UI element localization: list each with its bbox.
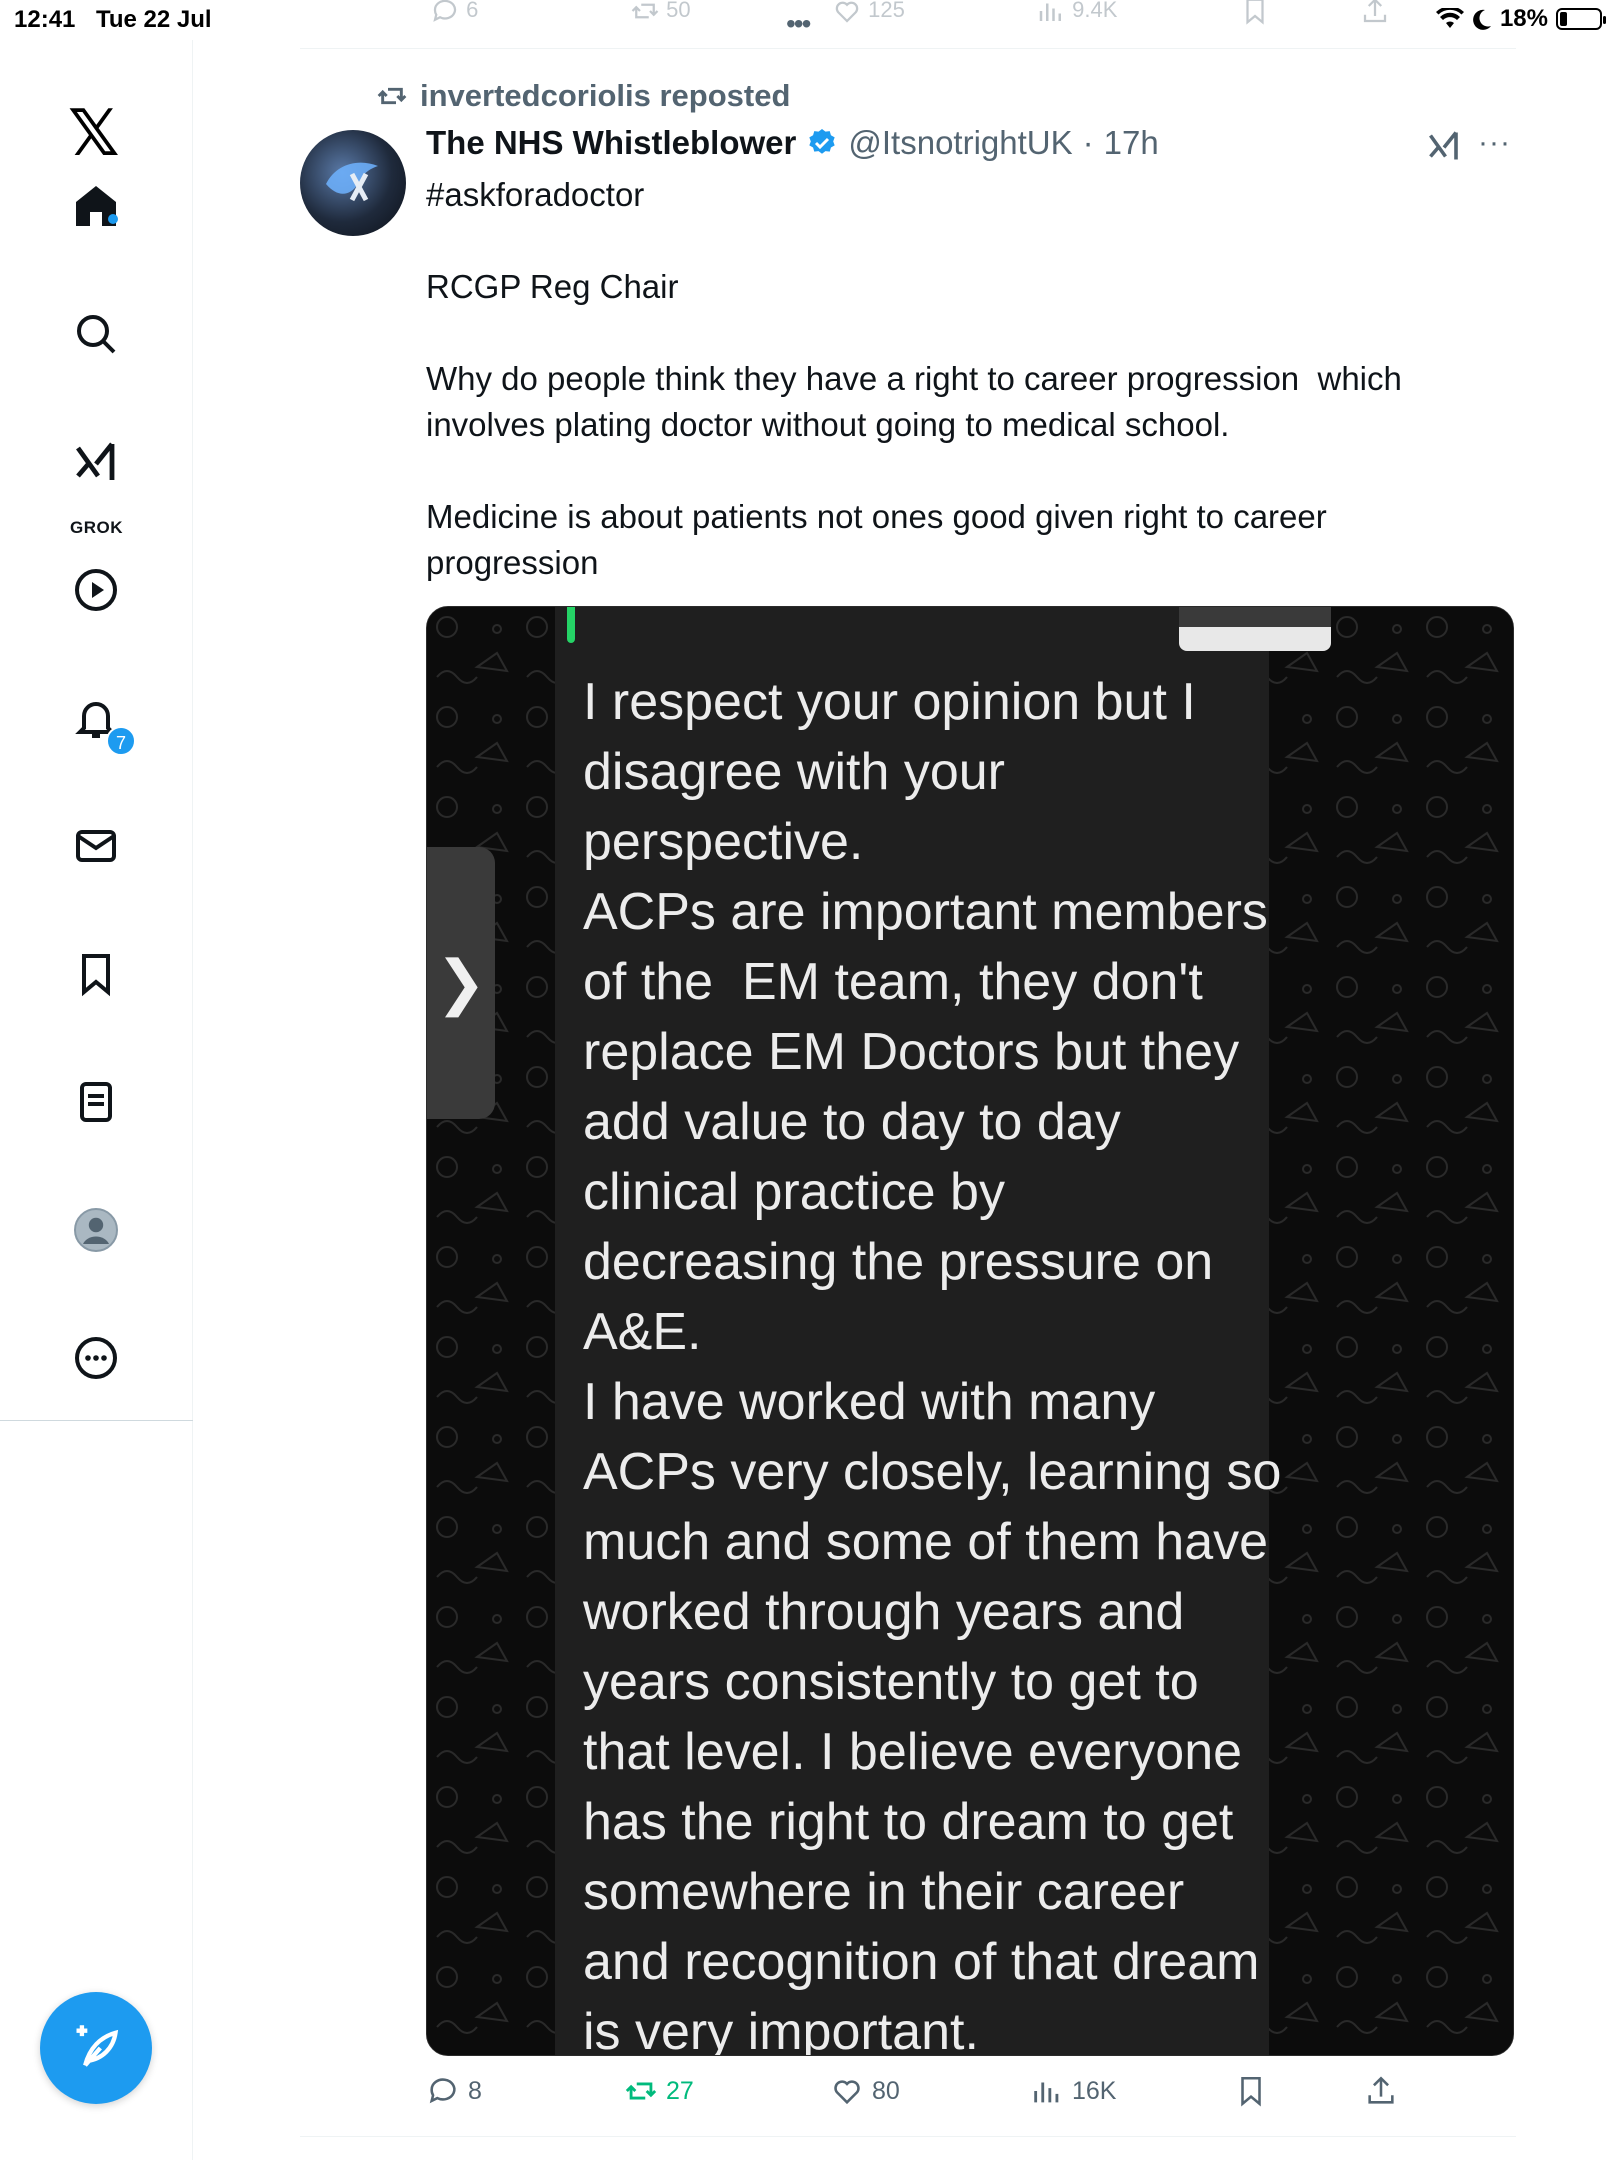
tweet-paragraph: Why do people think they have a right to…: [426, 360, 1412, 443]
view-count: 16K: [1072, 2076, 1117, 2105]
sidebar-divider: [0, 1420, 193, 1421]
compose-post-button[interactable]: [40, 1992, 152, 2104]
notification-badge: 7: [106, 726, 136, 756]
grok-icon: [76, 442, 115, 480]
tweet-paragraph: Medicine is about patients not ones good…: [426, 498, 1336, 581]
sidebar: 𝕏 GROK 7: [0, 40, 193, 2160]
quoted-reply-bar: [567, 607, 575, 643]
repost-button[interactable]: 27: [624, 2074, 694, 2108]
share-button[interactable]: [1364, 2074, 1398, 2108]
sidebar-item-profile[interactable]: [60, 1194, 132, 1266]
quoted-thumbnail: [1179, 607, 1331, 651]
home-unread-dot: [108, 214, 118, 224]
image-next-arrow[interactable]: ❯: [427, 847, 495, 1119]
tweet-image[interactable]: I respect your opinion but I disagree wi…: [426, 606, 1514, 2056]
header-separator: ·: [1082, 124, 1094, 161]
reply-button[interactable]: 8: [426, 2074, 482, 2108]
bird-logo-icon: [326, 162, 378, 202]
tweet-more-options-icon[interactable]: ···: [1478, 126, 1511, 160]
previous-share[interactable]: [1360, 0, 1390, 32]
sidebar-item-more[interactable]: [60, 1322, 132, 1394]
grok-explain-icon[interactable]: [1426, 128, 1462, 164]
heart-icon: [835, 1, 859, 23]
previous-bookmark[interactable]: [1240, 0, 1270, 32]
sidebar-item-grok[interactable]: [60, 426, 132, 498]
repost-icon: [631, 3, 659, 19]
author-handle[interactable]: @ItsnotrightUK: [848, 124, 1072, 162]
heart-icon: [834, 2080, 860, 2105]
repost-icon: [377, 87, 407, 105]
share-icon: [1368, 2076, 1394, 2104]
multitask-dots-icon[interactable]: •••: [786, 8, 811, 40]
tweet-hashtag[interactable]: #askforadoctor: [426, 172, 1506, 218]
status-time: 12:41: [14, 6, 76, 33]
mail-icon: [76, 830, 116, 862]
bookmark-icon: [82, 954, 110, 997]
previous-reply-count[interactable]: 6: [430, 0, 478, 26]
grok-label: GROK: [70, 518, 123, 537]
battery-icon: [1556, 8, 1606, 30]
sidebar-item-video[interactable]: [60, 554, 132, 626]
repost-icon: [625, 2082, 657, 2100]
share-icon: [1363, 0, 1387, 23]
repost-count: 27: [666, 2076, 694, 2105]
tweet-header: The NHS Whistleblower @ItsnotrightUK · 17h: [426, 124, 1159, 162]
reply-icon: [433, 0, 457, 22]
tweet-paragraph: RCGP Reg Chair: [426, 268, 679, 305]
bookmark-button[interactable]: [1234, 2074, 1268, 2108]
article-icon: [80, 1082, 112, 1122]
views-button[interactable]: 16K: [1030, 2074, 1116, 2108]
chevron-right-icon: ❯: [435, 949, 487, 1016]
sidebar-item-explore[interactable]: [60, 298, 132, 370]
tweet-actions: 8 27 80 16K: [426, 2074, 1506, 2122]
sidebar-item-articles[interactable]: [60, 1066, 132, 1138]
tweet-divider: [300, 48, 1516, 49]
search-icon: [77, 315, 116, 354]
verified-badge-icon: [809, 129, 836, 154]
reply-icon: [429, 2078, 456, 2104]
sidebar-item-messages[interactable]: [60, 810, 132, 882]
tweet-timestamp[interactable]: 17h: [1104, 124, 1159, 162]
status-date: Tue 22 Jul: [96, 6, 212, 33]
like-button[interactable]: 80: [830, 2074, 900, 2108]
tweet-divider: [300, 2136, 1516, 2137]
chat-message-text: I respect your opinion but I disagree wi…: [583, 673, 1282, 2056]
like-count: 80: [872, 2076, 900, 2105]
more-circle-icon: [75, 1337, 117, 1379]
author-name[interactable]: The NHS Whistleblower: [426, 124, 796, 162]
sidebar-item-bookmarks[interactable]: [60, 938, 132, 1010]
battery-fill: [1560, 12, 1567, 26]
previous-repost-count[interactable]: 50: [630, 0, 691, 26]
reply-count: 8: [468, 2076, 482, 2105]
play-icon: [75, 569, 117, 611]
profile-avatar-icon: [74, 1208, 118, 1252]
views-icon: [1039, 3, 1061, 21]
reposted-by-label: invertedcoriolis reposted: [420, 78, 791, 113]
author-avatar[interactable]: [300, 130, 406, 236]
bookmark-icon: [1246, 0, 1264, 25]
x-logo-icon[interactable]: 𝕏: [68, 102, 120, 166]
feather-plus-icon: [76, 2025, 119, 2067]
tweet-body: #askforadoctor RCGP Reg Chair Why do peo…: [426, 172, 1506, 632]
views-icon: [1034, 2082, 1059, 2103]
sidebar-item-home[interactable]: [60, 170, 132, 242]
previous-tweet-actions: 6 50 125 9.4K: [300, 0, 1510, 28]
previous-view-count[interactable]: 9.4K: [1036, 0, 1117, 26]
bookmark-icon: [1241, 2076, 1261, 2107]
previous-like-count[interactable]: 125: [832, 0, 905, 26]
repost-indicator[interactable]: invertedcoriolis reposted: [376, 78, 790, 114]
